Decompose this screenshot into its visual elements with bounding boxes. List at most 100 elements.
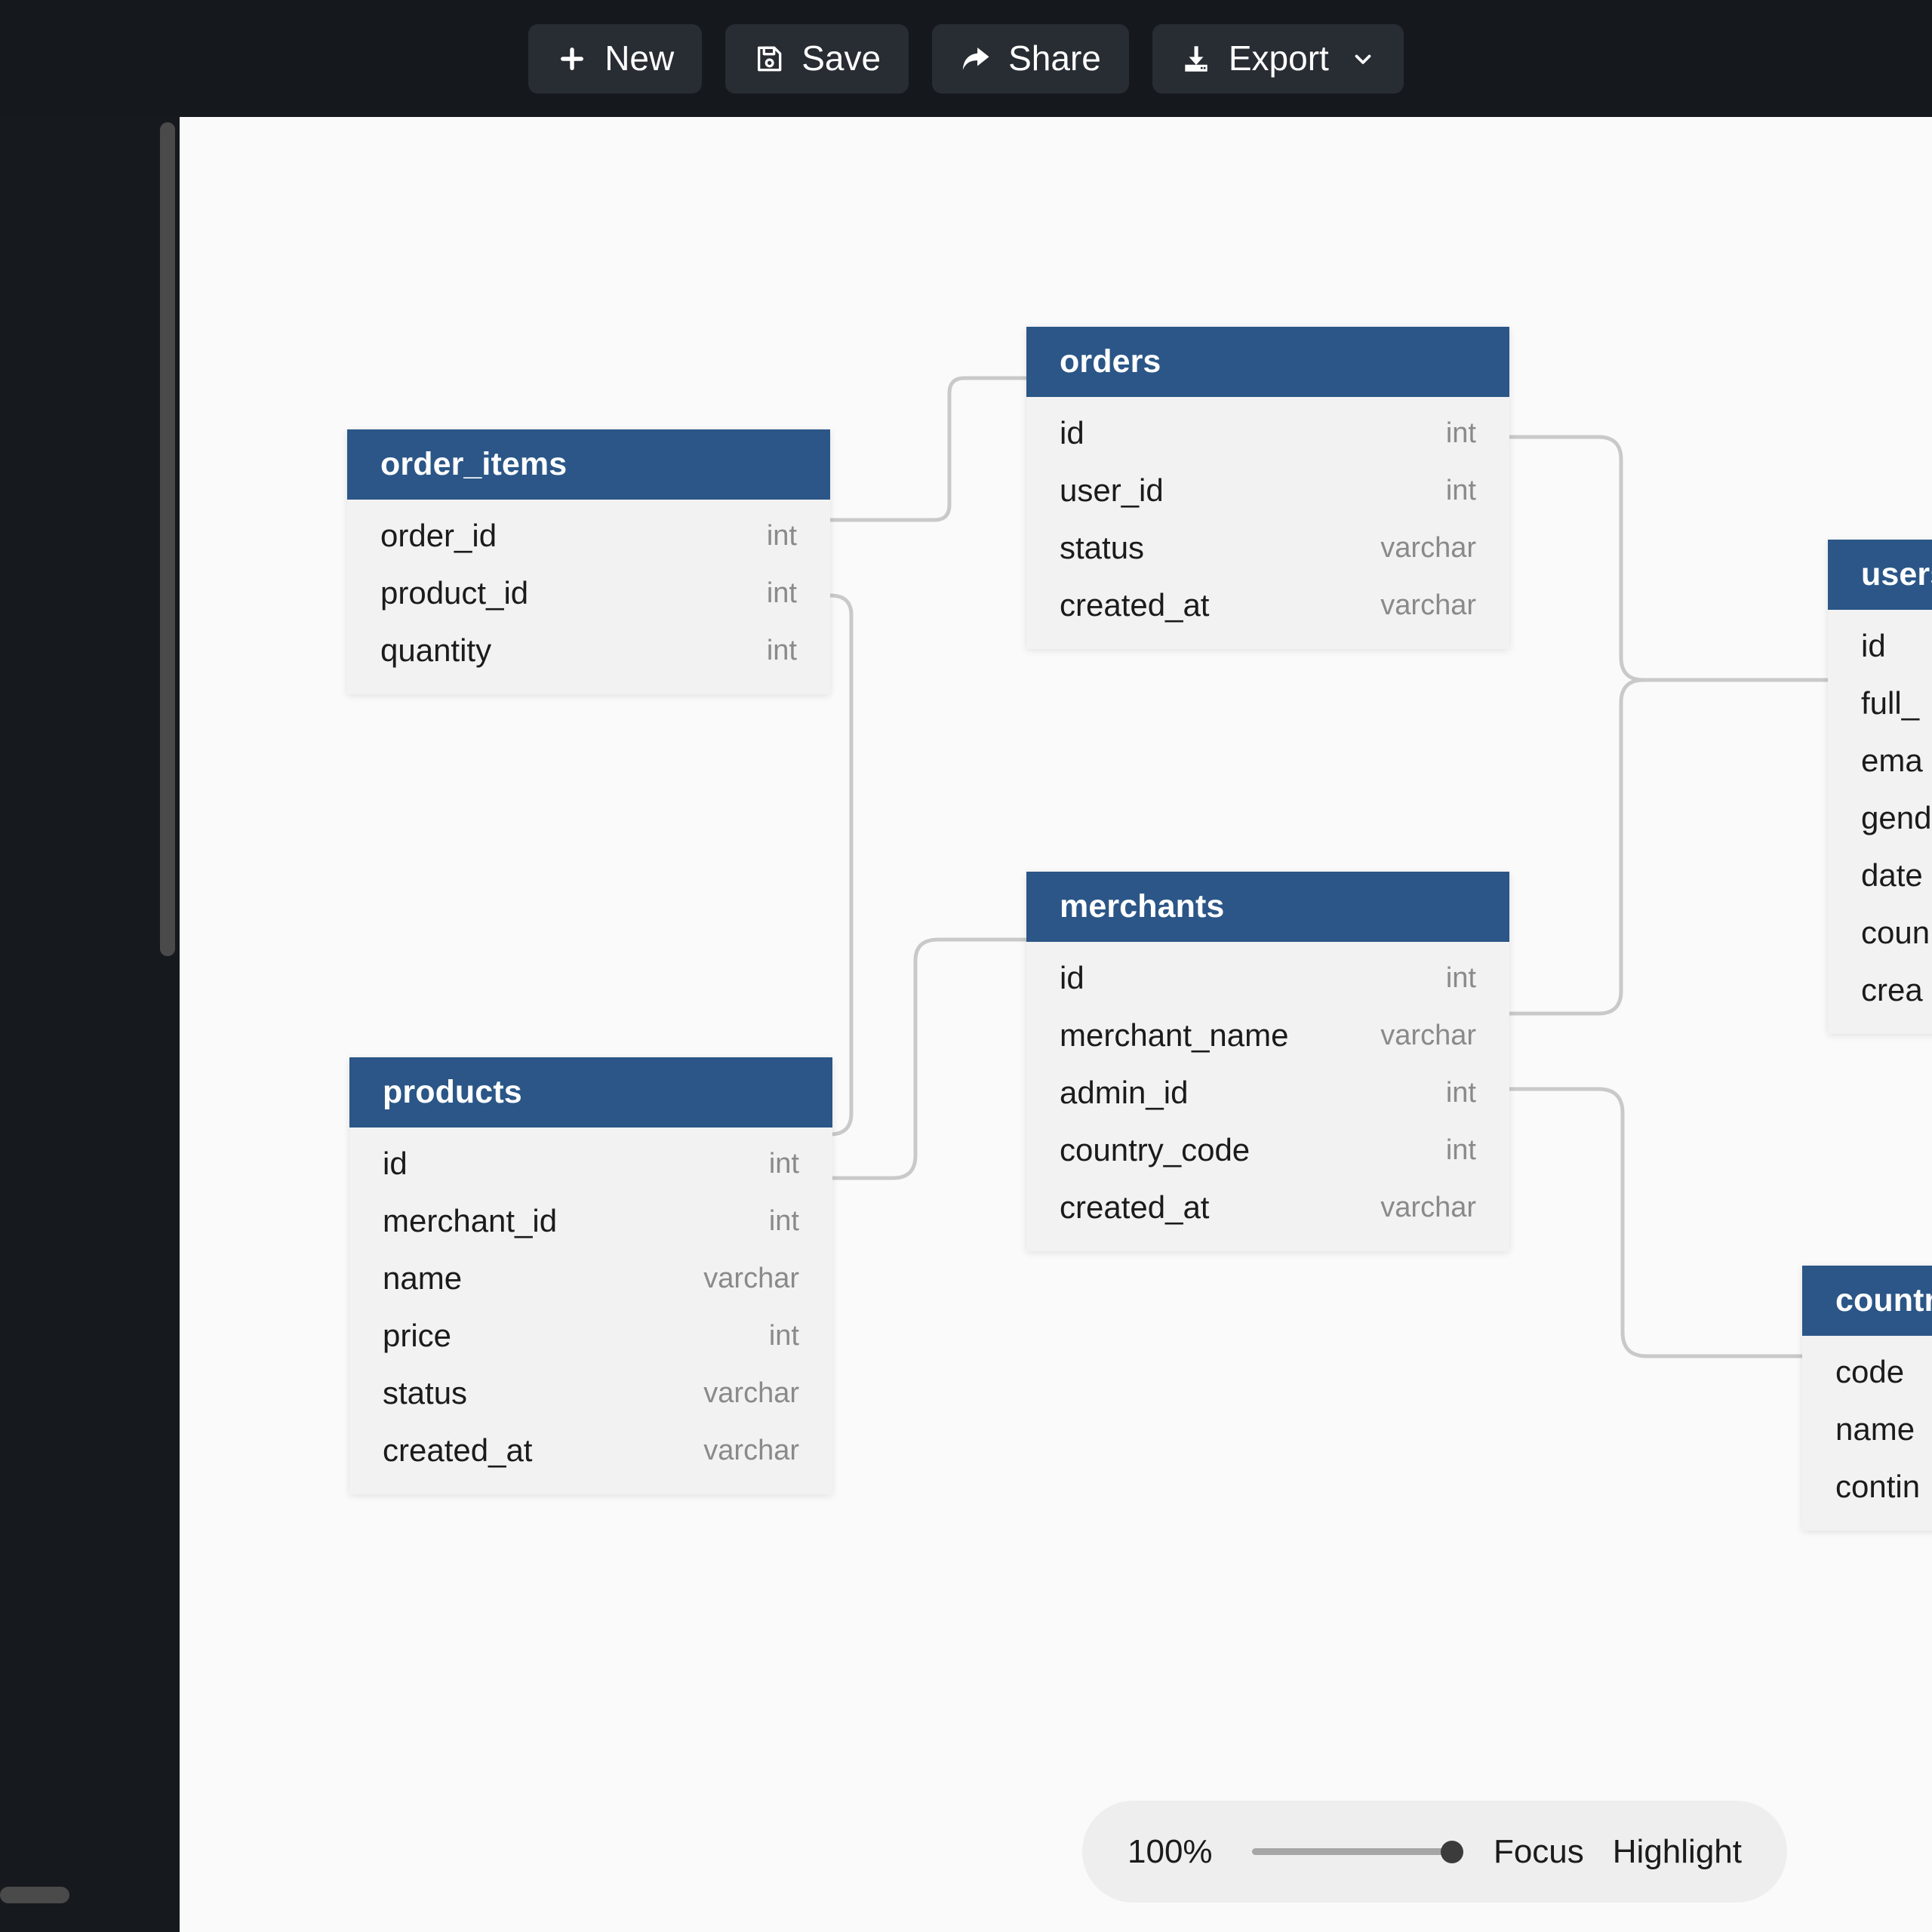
table-card-products[interactable]: products id int merchant_id int name var…: [349, 1057, 832, 1494]
table-card-countries[interactable]: countri code name contin: [1802, 1266, 1932, 1531]
floppy-disk-icon: [753, 43, 785, 75]
table-fields-orders: id int user_id int status varchar create…: [1026, 397, 1509, 649]
table-row[interactable]: id int: [1026, 405, 1509, 462]
field-type: varchar: [1380, 1019, 1476, 1051]
field-type: varchar: [1380, 1191, 1476, 1223]
new-button-label: New: [605, 38, 675, 78]
field-name: created_at: [1060, 1189, 1210, 1225]
table-header-users: users: [1828, 540, 1932, 610]
field-name: created_at: [1060, 587, 1210, 623]
table-card-merchants[interactable]: merchants id int merchant_name varchar a…: [1026, 872, 1509, 1251]
field-type: int: [1445, 961, 1476, 994]
table-row[interactable]: name: [1802, 1401, 1932, 1458]
table-fields-products: id int merchant_id int name varchar pric…: [349, 1128, 832, 1494]
field-name: created_at: [383, 1432, 533, 1468]
field-type: int: [766, 577, 797, 609]
field-name: contin: [1835, 1469, 1921, 1504]
field-type: int: [1445, 1076, 1476, 1109]
zoom-control-bar: 100% Focus Highlight: [1082, 1801, 1787, 1903]
table-row[interactable]: gend: [1828, 789, 1932, 847]
table-row[interactable]: name varchar: [349, 1250, 832, 1307]
download-tray-icon: [1180, 43, 1212, 75]
field-type: int: [768, 1204, 799, 1237]
field-name: price: [383, 1318, 452, 1353]
table-header-merchants: merchants: [1026, 872, 1509, 942]
table-row[interactable]: quantity int: [347, 622, 830, 679]
table-row[interactable]: created_at varchar: [349, 1422, 832, 1479]
field-type: int: [768, 1319, 799, 1352]
table-row[interactable]: id int: [349, 1135, 832, 1192]
table-card-order-items[interactable]: order_items order_id int product_id int …: [347, 429, 830, 694]
table-header-countries: countri: [1802, 1266, 1932, 1336]
field-name: order_id: [380, 518, 497, 553]
field-name: status: [1060, 530, 1145, 565]
top-toolbar: New Save Share Export: [0, 0, 1932, 117]
table-row[interactable]: status varchar: [349, 1364, 832, 1422]
table-header-products: products: [349, 1057, 832, 1128]
field-type: varchar: [703, 1377, 799, 1409]
field-name: ema: [1861, 743, 1923, 778]
table-row[interactable]: admin_id int: [1026, 1064, 1509, 1121]
field-name: coun: [1861, 915, 1930, 950]
field-name: code: [1835, 1354, 1905, 1389]
table-row[interactable]: coun: [1828, 904, 1932, 961]
table-header-order-items: order_items: [347, 429, 830, 500]
field-name: full_: [1861, 685, 1920, 721]
save-button-label: Save: [801, 38, 881, 78]
table-row[interactable]: status varchar: [1026, 519, 1509, 577]
save-button[interactable]: Save: [725, 23, 909, 94]
share-button-label: Share: [1008, 38, 1101, 78]
field-type: varchar: [1380, 589, 1476, 621]
field-type: int: [1445, 474, 1476, 506]
zoom-slider[interactable]: [1251, 1837, 1463, 1867]
field-type: int: [766, 634, 797, 666]
field-name: id: [383, 1146, 408, 1181]
vertical-scrollbar-thumb[interactable]: [160, 122, 175, 956]
zoom-slider-thumb[interactable]: [1440, 1840, 1463, 1863]
table-row[interactable]: id: [1828, 617, 1932, 675]
table-row[interactable]: full_: [1828, 675, 1932, 732]
table-row[interactable]: crea: [1828, 961, 1932, 1019]
table-row[interactable]: merchant_id int: [349, 1192, 832, 1250]
export-button-label: Export: [1228, 38, 1329, 78]
erd-editor-window: New Save Share Export order_items order_…: [0, 0, 1932, 1932]
field-name: id: [1060, 960, 1084, 995]
share-arrow-icon: [960, 43, 992, 75]
field-name: user_id: [1060, 472, 1164, 508]
table-row[interactable]: date: [1828, 847, 1932, 904]
table-row[interactable]: merchant_name varchar: [1026, 1007, 1509, 1064]
field-name: product_id: [380, 575, 529, 611]
zoom-slider-track: [1251, 1848, 1460, 1855]
highlight-button[interactable]: Highlight: [1613, 1833, 1742, 1871]
new-button[interactable]: New: [528, 23, 703, 94]
field-name: id: [1060, 415, 1084, 451]
field-type: int: [1445, 417, 1476, 449]
field-type: varchar: [1380, 531, 1476, 564]
table-row[interactable]: price int: [349, 1307, 832, 1364]
field-type: varchar: [703, 1434, 799, 1466]
field-name: status: [383, 1375, 468, 1411]
focus-button[interactable]: Focus: [1494, 1833, 1584, 1871]
chevron-down-icon: [1350, 46, 1376, 72]
table-card-orders[interactable]: orders id int user_id int status varchar…: [1026, 327, 1509, 649]
table-row[interactable]: user_id int: [1026, 462, 1509, 519]
diagram-canvas[interactable]: order_items order_id int product_id int …: [180, 117, 1932, 1932]
table-card-users[interactable]: users id full_ ema gend: [1828, 540, 1932, 1034]
table-row[interactable]: ema: [1828, 732, 1932, 789]
export-button[interactable]: Export: [1152, 23, 1404, 94]
table-row[interactable]: product_id int: [347, 565, 830, 622]
table-row[interactable]: created_at varchar: [1026, 1179, 1509, 1236]
table-row[interactable]: order_id int: [347, 507, 830, 565]
field-name: date: [1861, 857, 1923, 893]
table-row[interactable]: contin: [1802, 1458, 1932, 1515]
field-type: int: [768, 1147, 799, 1180]
table-row[interactable]: code: [1802, 1343, 1932, 1401]
horizontal-scrollbar-thumb[interactable]: [0, 1887, 69, 1903]
share-button[interactable]: Share: [932, 23, 1129, 94]
table-row[interactable]: created_at varchar: [1026, 577, 1509, 634]
field-name: crea: [1861, 972, 1923, 1008]
table-row[interactable]: country_code int: [1026, 1121, 1509, 1179]
table-row[interactable]: id int: [1026, 949, 1509, 1007]
table-fields-order-items: order_id int product_id int quantity int: [347, 500, 830, 694]
field-name: id: [1861, 628, 1886, 663]
